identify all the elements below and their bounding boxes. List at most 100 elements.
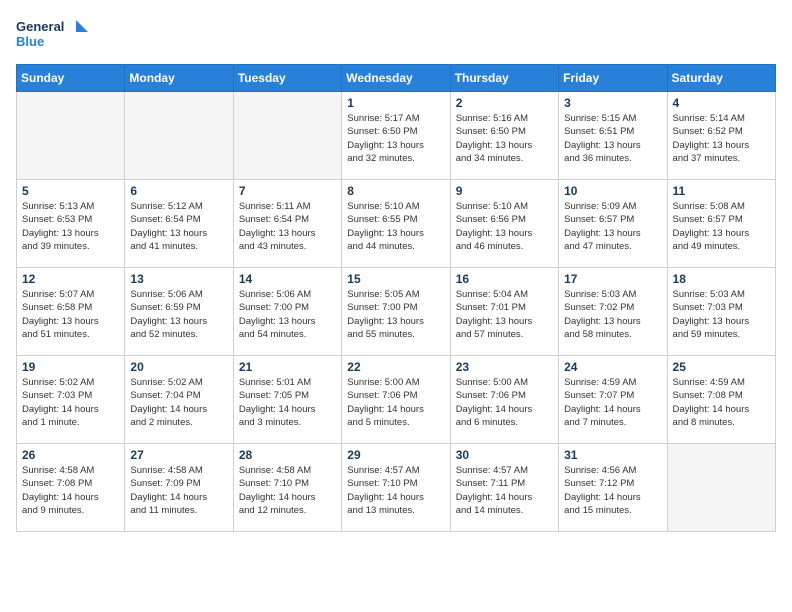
- svg-text:General: General: [16, 19, 64, 34]
- calendar-cell: 29 Sunrise: 4:57 AM Sunset: 7:10 PM Dayli…: [342, 444, 450, 532]
- day-number: 24: [564, 360, 661, 374]
- day-number: 28: [239, 448, 336, 462]
- week-row-3: 12 Sunrise: 5:07 AM Sunset: 6:58 PM Dayli…: [17, 268, 776, 356]
- calendar-cell: 19Sunrise: 5:02 AM Sunset: 7:03 PM Dayli…: [17, 356, 125, 444]
- calendar-cell: 18Sunrise: 5:03 AM Sunset: 7:03 PM Dayli…: [667, 268, 775, 356]
- day-info: Sunrise: 4:57 AM Sunset: 7:10 PM Dayligh…: [347, 464, 444, 517]
- day-info: Sunrise: 4:59 AM Sunset: 7:08 PM Dayligh…: [673, 376, 770, 429]
- calendar-cell: 1 Sunrise: 5:17 AM Sunset: 6:50 PM Daylig…: [342, 92, 450, 180]
- day-number: 7: [239, 184, 336, 198]
- calendar-cell: 16Sunrise: 5:04 AM Sunset: 7:01 PM Dayli…: [450, 268, 558, 356]
- day-number: 19: [22, 360, 119, 374]
- calendar-cell: 6 Sunrise: 5:12 AM Sunset: 6:54 PM Daylig…: [125, 180, 233, 268]
- calendar-cell: 13 Sunrise: 5:06 AM Sunset: 6:59 PM Dayli…: [125, 268, 233, 356]
- calendar-cell: 23Sunrise: 5:00 AM Sunset: 7:06 PM Dayli…: [450, 356, 558, 444]
- col-header-friday: Friday: [559, 65, 667, 92]
- svg-text:Blue: Blue: [16, 34, 44, 49]
- week-row-5: 26 Sunrise: 4:58 AM Sunset: 7:08 PM Dayli…: [17, 444, 776, 532]
- calendar-cell: 10 Sunrise: 5:09 AM Sunset: 6:57 PM Dayli…: [559, 180, 667, 268]
- col-header-thursday: Thursday: [450, 65, 558, 92]
- day-info: Sunrise: 4:58 AM Sunset: 7:08 PM Dayligh…: [22, 464, 119, 517]
- day-info: Sunrise: 5:02 AM Sunset: 7:04 PM Dayligh…: [130, 376, 227, 429]
- calendar-cell: [667, 444, 775, 532]
- calendar-cell: [233, 92, 341, 180]
- calendar-cell: 21Sunrise: 5:01 AM Sunset: 7:05 PM Dayli…: [233, 356, 341, 444]
- day-info: Sunrise: 5:08 AM Sunset: 6:57 PM Dayligh…: [673, 200, 770, 253]
- logo: GeneralBlue: [16, 16, 96, 52]
- day-info: Sunrise: 5:00 AM Sunset: 7:06 PM Dayligh…: [347, 376, 444, 429]
- day-number: 29: [347, 448, 444, 462]
- day-number: 20: [130, 360, 227, 374]
- day-info: Sunrise: 4:59 AM Sunset: 7:07 PM Dayligh…: [564, 376, 661, 429]
- calendar-cell: 12 Sunrise: 5:07 AM Sunset: 6:58 PM Dayli…: [17, 268, 125, 356]
- day-number: 31: [564, 448, 661, 462]
- header-row: SundayMondayTuesdayWednesdayThursdayFrid…: [17, 65, 776, 92]
- day-info: Sunrise: 5:16 AM Sunset: 6:50 PM Dayligh…: [456, 112, 553, 165]
- calendar-cell: 17Sunrise: 5:03 AM Sunset: 7:02 PM Dayli…: [559, 268, 667, 356]
- calendar-cell: 5 Sunrise: 5:13 AM Sunset: 6:53 PM Daylig…: [17, 180, 125, 268]
- day-number: 22: [347, 360, 444, 374]
- day-number: 26: [22, 448, 119, 462]
- week-row-4: 19Sunrise: 5:02 AM Sunset: 7:03 PM Dayli…: [17, 356, 776, 444]
- day-number: 8: [347, 184, 444, 198]
- day-number: 15: [347, 272, 444, 286]
- calendar-cell: 24 Sunrise: 4:59 AM Sunset: 7:07 PM Dayli…: [559, 356, 667, 444]
- day-number: 5: [22, 184, 119, 198]
- day-number: 2: [456, 96, 553, 110]
- day-number: 16: [456, 272, 553, 286]
- day-number: 14: [239, 272, 336, 286]
- day-info: Sunrise: 5:10 AM Sunset: 6:56 PM Dayligh…: [456, 200, 553, 253]
- calendar-cell: 14 Sunrise: 5:06 AM Sunset: 7:00 PM Dayli…: [233, 268, 341, 356]
- calendar-cell: 25 Sunrise: 4:59 AM Sunset: 7:08 PM Dayli…: [667, 356, 775, 444]
- day-info: Sunrise: 4:56 AM Sunset: 7:12 PM Dayligh…: [564, 464, 661, 517]
- calendar-cell: 8 Sunrise: 5:10 AM Sunset: 6:55 PM Daylig…: [342, 180, 450, 268]
- day-info: Sunrise: 5:17 AM Sunset: 6:50 PM Dayligh…: [347, 112, 444, 165]
- day-info: Sunrise: 5:06 AM Sunset: 7:00 PM Dayligh…: [239, 288, 336, 341]
- day-number: 1: [347, 96, 444, 110]
- calendar-cell: 22 Sunrise: 5:00 AM Sunset: 7:06 PM Dayli…: [342, 356, 450, 444]
- logo-svg: GeneralBlue: [16, 16, 96, 52]
- calendar-cell: 7Sunrise: 5:11 AM Sunset: 6:54 PM Daylig…: [233, 180, 341, 268]
- day-number: 10: [564, 184, 661, 198]
- week-row-1: 1 Sunrise: 5:17 AM Sunset: 6:50 PM Daylig…: [17, 92, 776, 180]
- day-info: Sunrise: 5:13 AM Sunset: 6:53 PM Dayligh…: [22, 200, 119, 253]
- day-number: 11: [673, 184, 770, 198]
- calendar-table: SundayMondayTuesdayWednesdayThursdayFrid…: [16, 64, 776, 532]
- week-row-2: 5 Sunrise: 5:13 AM Sunset: 6:53 PM Daylig…: [17, 180, 776, 268]
- day-number: 17: [564, 272, 661, 286]
- col-header-wednesday: Wednesday: [342, 65, 450, 92]
- day-number: 23: [456, 360, 553, 374]
- col-header-sunday: Sunday: [17, 65, 125, 92]
- day-number: 18: [673, 272, 770, 286]
- day-info: Sunrise: 5:07 AM Sunset: 6:58 PM Dayligh…: [22, 288, 119, 341]
- day-number: 12: [22, 272, 119, 286]
- calendar-cell: 26 Sunrise: 4:58 AM Sunset: 7:08 PM Dayli…: [17, 444, 125, 532]
- calendar-cell: [125, 92, 233, 180]
- day-number: 3: [564, 96, 661, 110]
- calendar-cell: 31 Sunrise: 4:56 AM Sunset: 7:12 PM Dayli…: [559, 444, 667, 532]
- day-number: 25: [673, 360, 770, 374]
- day-number: 6: [130, 184, 227, 198]
- day-info: Sunrise: 5:01 AM Sunset: 7:05 PM Dayligh…: [239, 376, 336, 429]
- calendar-cell: [17, 92, 125, 180]
- day-info: Sunrise: 5:15 AM Sunset: 6:51 PM Dayligh…: [564, 112, 661, 165]
- day-number: 13: [130, 272, 227, 286]
- col-header-saturday: Saturday: [667, 65, 775, 92]
- day-number: 27: [130, 448, 227, 462]
- col-header-monday: Monday: [125, 65, 233, 92]
- day-info: Sunrise: 5:10 AM Sunset: 6:55 PM Dayligh…: [347, 200, 444, 253]
- day-info: Sunrise: 5:06 AM Sunset: 6:59 PM Dayligh…: [130, 288, 227, 341]
- day-info: Sunrise: 5:09 AM Sunset: 6:57 PM Dayligh…: [564, 200, 661, 253]
- calendar-cell: 11 Sunrise: 5:08 AM Sunset: 6:57 PM Dayli…: [667, 180, 775, 268]
- col-header-tuesday: Tuesday: [233, 65, 341, 92]
- calendar-cell: 4Sunrise: 5:14 AM Sunset: 6:52 PM Daylig…: [667, 92, 775, 180]
- day-number: 30: [456, 448, 553, 462]
- day-number: 4: [673, 96, 770, 110]
- calendar-cell: 3 Sunrise: 5:15 AM Sunset: 6:51 PM Daylig…: [559, 92, 667, 180]
- calendar-cell: 27 Sunrise: 4:58 AM Sunset: 7:09 PM Dayli…: [125, 444, 233, 532]
- day-info: Sunrise: 5:12 AM Sunset: 6:54 PM Dayligh…: [130, 200, 227, 253]
- calendar-cell: 2 Sunrise: 5:16 AM Sunset: 6:50 PM Daylig…: [450, 92, 558, 180]
- calendar-cell: 20 Sunrise: 5:02 AM Sunset: 7:04 PM Dayli…: [125, 356, 233, 444]
- calendar-cell: 9Sunrise: 5:10 AM Sunset: 6:56 PM Daylig…: [450, 180, 558, 268]
- day-info: Sunrise: 4:58 AM Sunset: 7:09 PM Dayligh…: [130, 464, 227, 517]
